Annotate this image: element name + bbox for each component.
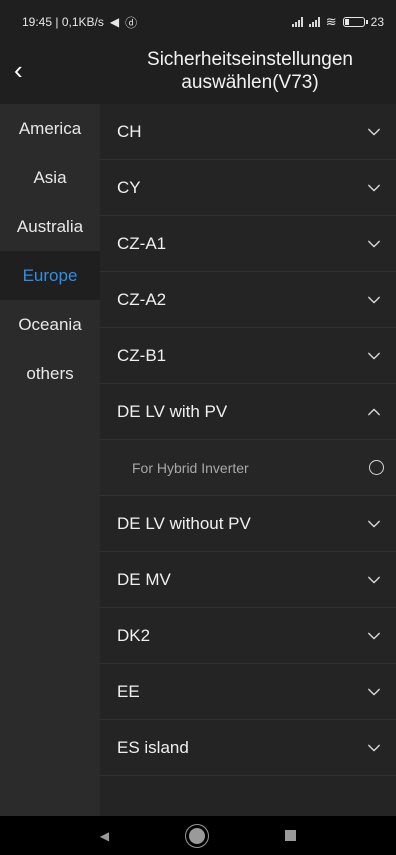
standard-label: DK2: [117, 625, 151, 645]
chevron-down-icon[interactable]: [366, 236, 382, 252]
signal-icon: [291, 17, 303, 27]
location-arrow-icon: ◀: [109, 15, 120, 29]
header: ‹ Sicherheitseinstellungen auswählen(V73…: [0, 44, 396, 104]
status-right: ≋ 23: [291, 14, 384, 30]
nav-recents-icon[interactable]: [285, 830, 297, 841]
standard-label: DE LV with PV: [117, 401, 228, 421]
standard-row[interactable]: DE LV with PV: [100, 384, 396, 440]
battery-percent: 23: [370, 15, 384, 29]
standard-label: DE LV without PV: [117, 513, 251, 533]
radio-button[interactable]: [369, 460, 384, 475]
standard-row[interactable]: DK2: [100, 608, 396, 664]
standard-label: CZ-A2: [117, 289, 167, 309]
signal-icon: [308, 17, 320, 27]
sub-option-row[interactable]: For Hybrid Inverter: [100, 440, 396, 496]
nav-back-icon[interactable]: ◀: [100, 829, 109, 843]
standard-row[interactable]: ES island: [100, 720, 396, 776]
chevron-down-icon[interactable]: [366, 572, 382, 588]
sub-option-label: For Hybrid Inverter: [132, 459, 249, 476]
chevron-down-icon[interactable]: [366, 740, 382, 756]
chevron-down-icon[interactable]: [366, 348, 382, 364]
wifi-icon: ≋: [325, 14, 337, 29]
nav-home-icon[interactable]: [189, 827, 206, 844]
region-item-australia[interactable]: Australia: [0, 202, 100, 251]
region-item-europe[interactable]: Europe: [0, 251, 100, 300]
standard-label: CY: [117, 177, 141, 197]
nfc-icon: ⓓ: [125, 15, 138, 30]
standard-row[interactable]: DE MV: [100, 552, 396, 608]
chevron-down-icon[interactable]: [366, 124, 382, 140]
standard-label: DE MV: [117, 569, 171, 589]
chevron-down-icon[interactable]: [366, 180, 382, 196]
standard-label: CZ-B1: [117, 345, 167, 365]
standard-label: CH: [117, 121, 142, 141]
standard-row[interactable]: CZ-B1: [100, 328, 396, 384]
region-item-asia[interactable]: Asia: [0, 153, 100, 202]
chevron-left-icon: ‹: [14, 55, 23, 85]
standard-label: ES island: [117, 737, 189, 757]
standard-row[interactable]: CH: [100, 104, 396, 160]
grid-standard-list: CH CY CZ-A1 CZ-A2 CZ-B1 DE LV with PV For Hybr…: [100, 104, 396, 816]
chevron-down-icon[interactable]: [366, 684, 382, 700]
standard-row[interactable]: EE: [100, 664, 396, 720]
region-sidebar: America Asia Australia Europe Oceania others: [0, 104, 100, 816]
standard-label: EE: [117, 681, 140, 701]
standard-row[interactable]: CZ-A1: [100, 216, 396, 272]
standard-label: CZ-A1: [117, 233, 167, 253]
region-item-others[interactable]: others: [0, 349, 100, 398]
navigation-bar: ◀: [0, 816, 396, 855]
back-button[interactable]: ‹: [14, 52, 44, 88]
region-item-oceania[interactable]: Oceania: [0, 300, 100, 349]
chevron-down-icon[interactable]: [366, 628, 382, 644]
standard-row[interactable]: CZ-A2: [100, 272, 396, 328]
standard-row[interactable]: CY: [100, 160, 396, 216]
page-title: Sicherheitseinstellungen auswählen(V73): [147, 49, 353, 93]
chevron-up-icon[interactable]: [366, 404, 382, 420]
chevron-down-icon[interactable]: [366, 292, 382, 308]
region-item-america[interactable]: America: [0, 104, 100, 153]
battery-icon: [342, 17, 368, 27]
standard-row[interactable]: DE LV without PV: [100, 496, 396, 552]
status-time: 19:45 | 0,1KB/s: [22, 15, 104, 29]
status-left: 19:45 | 0,1KB/s ◀ ⓓ: [22, 14, 137, 31]
chevron-down-icon[interactable]: [366, 516, 382, 532]
status-bar: 19:45 | 0,1KB/s ◀ ⓓ ≋ 23: [0, 0, 396, 44]
